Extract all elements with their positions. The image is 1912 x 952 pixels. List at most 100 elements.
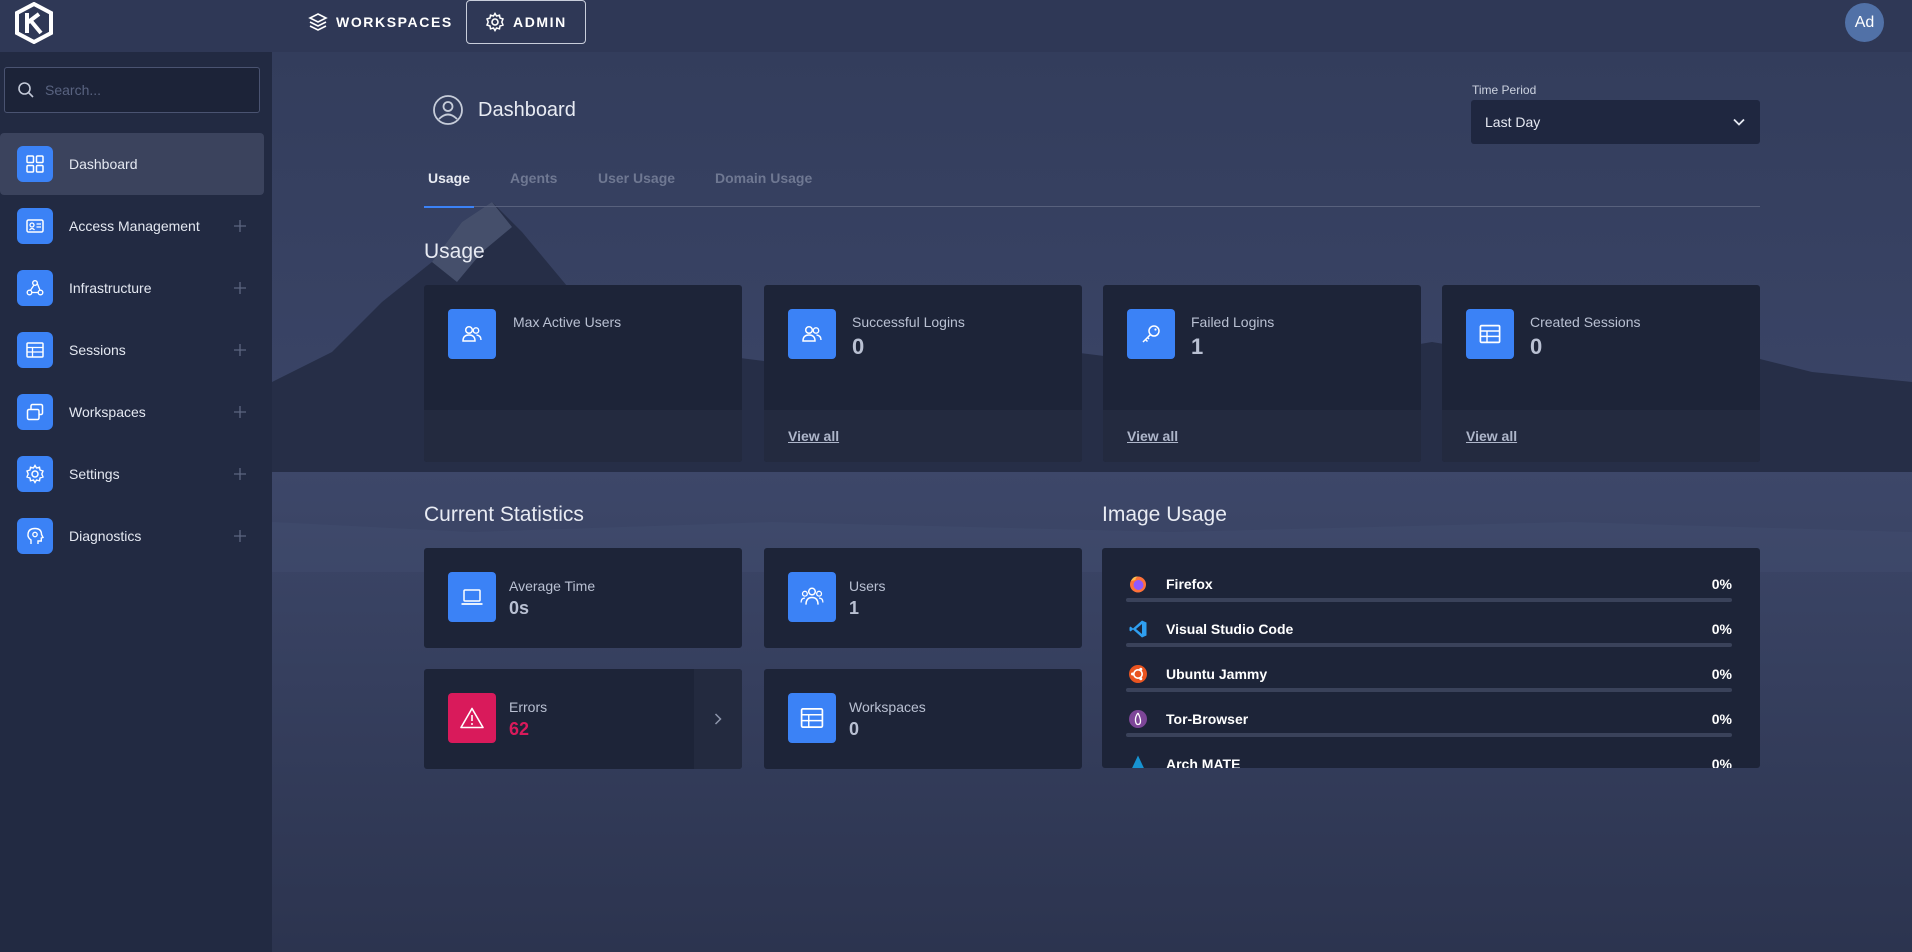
time-period-select[interactable]: Last Day (1471, 100, 1760, 144)
stat-label: Users (849, 578, 886, 594)
sidebar-item-label: Access Management (69, 218, 200, 234)
table-icon (788, 693, 836, 743)
stat-value: 0 (849, 719, 860, 739)
sidebar-item-label: Workspaces (69, 404, 146, 420)
chevron-down-icon (1733, 118, 1745, 126)
image-usage-title: Image Usage (1102, 503, 1227, 526)
image-usage-row: Ubuntu Jammy 0% (1126, 662, 1732, 707)
card-value: 1 (1191, 334, 1204, 359)
tab-user-usage[interactable]: User Usage (598, 148, 675, 207)
users-icon (788, 309, 836, 359)
average-time-card: Average Time 0s (424, 548, 742, 648)
card-footer: View all (1103, 410, 1421, 462)
stat-label: Errors (509, 699, 548, 715)
image-usage-bar (1126, 688, 1732, 692)
avatar[interactable]: Ad (1845, 3, 1884, 42)
image-name: Visual Studio Code (1166, 621, 1294, 637)
expand-plus-icon[interactable] (234, 406, 246, 418)
sidebar-item-workspaces[interactable]: Workspaces (0, 381, 264, 443)
user-circle-icon (433, 95, 463, 125)
errors-expand-button[interactable] (694, 669, 742, 769)
nav-admin-label: ADMIN (513, 14, 567, 30)
card-value: 0 (1530, 334, 1543, 359)
nav-workspaces-label: WORKSPACES (336, 14, 453, 30)
card-label: Failed Logins (1191, 314, 1275, 330)
page-title: Dashboard (432, 94, 576, 126)
image-name: Firefox (1166, 576, 1213, 592)
expand-plus-icon[interactable] (234, 220, 246, 232)
sidebar-item-access-management[interactable]: Access Management (0, 195, 264, 257)
expand-plus-icon[interactable] (234, 530, 246, 542)
tab-domain-usage[interactable]: Domain Usage (715, 148, 812, 207)
image-name: Ubuntu Jammy (1166, 666, 1268, 682)
image-percent: 0% (1711, 576, 1732, 592)
stat-label: Workspaces (849, 699, 926, 715)
view-all-link[interactable]: View all (1127, 428, 1178, 444)
page-title-text: Dashboard (478, 98, 576, 121)
card-label: Created Sessions (1530, 314, 1641, 330)
kasm-logo-icon[interactable] (14, 2, 54, 44)
image-usage-row: Firefox 0% (1126, 572, 1732, 617)
chevron-right-icon (714, 713, 722, 725)
webhook-icon (17, 270, 53, 306)
errors-card[interactable]: Errors 62 (424, 669, 742, 769)
expand-plus-icon[interactable] (234, 282, 246, 294)
successful-logins-card: Successful Logins 0 View all (764, 285, 1082, 462)
firefox-icon (1130, 576, 1146, 593)
sidebar-item-sessions[interactable]: Sessions (0, 319, 264, 381)
search-input[interactable] (45, 82, 245, 98)
image-name: Arch MATE (1166, 756, 1241, 768)
failed-logins-card: Failed Logins 1 View all (1103, 285, 1421, 462)
image-name: Tor-Browser (1166, 711, 1249, 727)
search-box[interactable] (4, 67, 260, 113)
top-bar: WORKSPACES ADMIN Ad (0, 0, 1912, 52)
view-all-link[interactable]: View all (1466, 428, 1517, 444)
card-footer: View all (1442, 410, 1760, 462)
nav-admin-button[interactable]: ADMIN (466, 0, 586, 44)
tab-bar: Usage Agents User Usage Domain Usage (424, 148, 1760, 208)
image-usage-bar (1126, 733, 1732, 737)
view-all-link[interactable]: View all (788, 428, 839, 444)
stat-value: 62 (509, 719, 530, 739)
expand-plus-icon[interactable] (234, 344, 246, 356)
arch-icon (1132, 755, 1144, 768)
image-usage-card: Firefox 0% Visual Studio Code 0% Ubuntu … (1102, 548, 1760, 768)
image-percent: 0% (1711, 621, 1732, 637)
vscode-icon (1129, 620, 1147, 638)
sidebar-item-label: Dashboard (69, 156, 138, 172)
users-icon (448, 309, 496, 359)
image-percent: 0% (1711, 756, 1732, 768)
tab-usage[interactable]: Usage (424, 148, 475, 208)
users-card: Users 1 (764, 548, 1082, 648)
image-usage-row: Visual Studio Code 0% (1126, 617, 1732, 662)
workspaces-card: Workspaces 0 (764, 669, 1082, 769)
stat-label: Average Time (509, 578, 596, 594)
head-icon (17, 518, 53, 554)
table-icon (1466, 309, 1514, 359)
tab-agents[interactable]: Agents (510, 148, 557, 207)
card-label: Max Active Users (513, 314, 622, 330)
sidebar-item-dashboard[interactable]: Dashboard (0, 133, 264, 195)
sidebar-item-diagnostics[interactable]: Diagnostics (0, 505, 264, 567)
windows-stack-icon (17, 394, 53, 430)
current-statistics-title: Current Statistics (424, 503, 584, 526)
card-footer: View all (764, 410, 1082, 462)
search-icon (18, 82, 34, 98)
sidebar-item-label: Settings (69, 466, 120, 482)
tor-icon (1129, 710, 1147, 728)
nav-workspaces-button[interactable]: WORKSPACES (292, 0, 469, 44)
card-value: 0 (852, 334, 865, 359)
sidebar-item-infrastructure[interactable]: Infrastructure (0, 257, 264, 319)
table-icon (17, 332, 53, 368)
image-usage-bar (1126, 643, 1732, 647)
sidebar: Dashboard Access Management Infrastructu… (0, 52, 272, 952)
stat-value: 0s (509, 598, 530, 618)
warning-icon (448, 693, 496, 743)
sidebar-item-settings[interactable]: Settings (0, 443, 264, 505)
expand-plus-icon[interactable] (234, 468, 246, 480)
layers-icon (308, 13, 328, 31)
id-card-icon (17, 208, 53, 244)
time-period-value: Last Day (1485, 114, 1541, 130)
image-percent: 0% (1711, 666, 1732, 682)
image-percent: 0% (1711, 711, 1732, 727)
